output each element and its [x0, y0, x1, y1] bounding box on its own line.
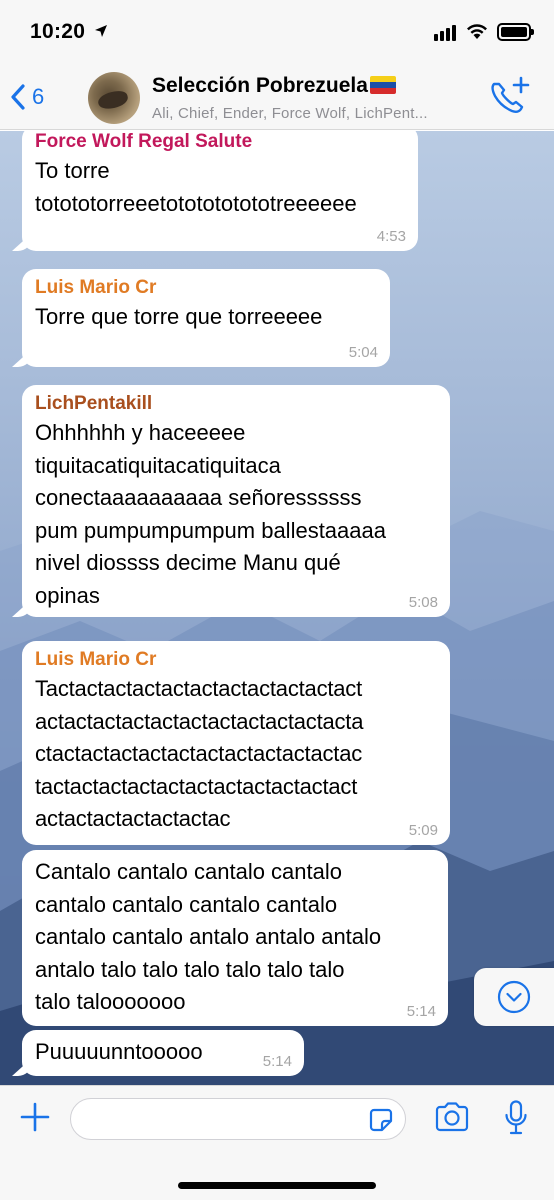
message-bubble[interactable]: Cantalo cantalo cantalo cantalo cantalo …	[22, 850, 448, 1026]
status-bar: 10:20	[0, 0, 554, 66]
wifi-icon	[467, 24, 487, 39]
message-time: 5:08	[408, 594, 438, 611]
message-time: 5:14	[262, 1053, 292, 1070]
unread-count: 6	[32, 84, 45, 109]
camera-icon[interactable]	[434, 1102, 470, 1132]
group-members[interactable]: Ali, Chief, Ender, Force Wolf, LichPent.…	[152, 105, 428, 122]
message-bubble[interactable]: LichPentakill Ohhhhhh y haceeeee tiquita…	[22, 385, 450, 617]
message-input-bar	[0, 1085, 554, 1200]
battery-icon	[497, 23, 534, 41]
chevron-down-circle-icon	[497, 980, 531, 1014]
message-sender: Luis Mario Cr	[35, 277, 157, 298]
message-text: Ohhhhhh y haceeeee tiquitacatiquitacatiq…	[35, 420, 386, 608]
message-text: Puuuuunntooooo	[35, 1039, 203, 1064]
message-time: 5:04	[348, 344, 378, 361]
add-call-icon[interactable]	[488, 76, 532, 118]
message-time: 5:14	[406, 1003, 436, 1020]
location-arrow-icon	[95, 25, 107, 37]
message-sender: Force Wolf Regal Salute	[35, 131, 253, 152]
message-bubble[interactable]: Luis Mario Cr Torre que torre que torree…	[22, 269, 390, 367]
group-name: Selección Pobrezuela	[152, 74, 368, 97]
chat-header: 6 Selección Pobrezuela Ali, Chief, Ender…	[0, 66, 554, 130]
message-input[interactable]	[70, 1098, 406, 1140]
back-chevron-icon	[11, 84, 25, 110]
plus-icon[interactable]	[20, 1102, 50, 1132]
group-avatar[interactable]	[88, 72, 140, 124]
message-text: Torre que torre que torreeeee	[35, 304, 323, 329]
message-bubble[interactable]: Force Wolf Regal Salute To torre tototot…	[22, 131, 418, 251]
group-title[interactable]: Selección Pobrezuela	[152, 74, 396, 98]
scroll-down-button[interactable]	[474, 968, 554, 1026]
message-text: Tactactactactactactactactactactact actac…	[35, 676, 364, 831]
message-text: Cantalo cantalo cantalo cantalo cantalo …	[35, 859, 382, 1014]
status-time: 10:20	[30, 20, 86, 43]
message-bubble[interactable]: Puuuuunntooooo 5:14	[22, 1030, 304, 1076]
message-time: 4:53	[376, 228, 406, 245]
cellular-signal-icon	[434, 25, 456, 41]
message-sender: LichPentakill	[35, 393, 153, 414]
back-button[interactable]: 6	[10, 78, 44, 116]
message-time: 5:09	[408, 822, 438, 839]
home-indicator[interactable]	[178, 1182, 376, 1189]
message-sender: Luis Mario Cr	[35, 649, 157, 670]
flag-venezuela-icon	[369, 76, 396, 94]
chat-area[interactable]: Force Wolf Regal Salute To torre tototot…	[0, 131, 554, 1085]
message-bubble[interactable]: Luis Mario Cr Tactactactactactactactacta…	[22, 641, 450, 845]
microphone-icon[interactable]	[504, 1100, 528, 1136]
message-text: To torre totototorreeetototototototreeee…	[35, 158, 357, 216]
sticker-icon[interactable]	[368, 1107, 394, 1133]
